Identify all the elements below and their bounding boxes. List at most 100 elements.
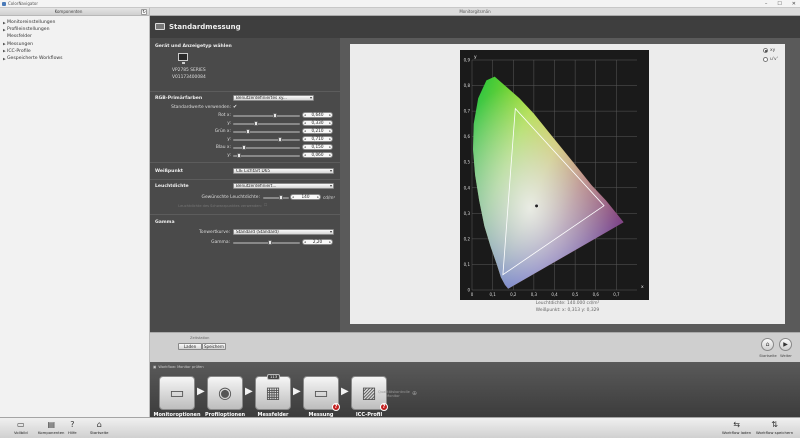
workflow-step-1[interactable]: ▭ — [159, 376, 195, 410]
black-point-checkbox[interactable]: ☐ — [264, 203, 267, 207]
primary-input[interactable]: 0,640 — [302, 112, 333, 118]
primary-slider[interactable] — [233, 129, 300, 134]
title-bar: ColorNavigator – ☐ ✕ — [0, 0, 800, 8]
primary-slider[interactable] — [233, 121, 300, 126]
luminance-slider-knob[interactable] — [279, 195, 283, 200]
chart-whitepoint-caption: Weißpunkt: x: 0,313 y: 0,329 — [535, 308, 600, 313]
primary-slider[interactable] — [233, 113, 300, 118]
display-device-icon[interactable] — [178, 53, 188, 64]
y-axis-label: y — [474, 55, 477, 60]
x-tick-label: 0,5 — [572, 292, 579, 297]
luminance-slider[interactable] — [263, 195, 289, 200]
main-window-title-label: Monitorgitsmän — [459, 9, 491, 14]
gamma-input[interactable]: 2,20 — [302, 239, 333, 245]
nav-button-label: Weiter — [780, 354, 792, 358]
chart-luminance-caption: Leuchtdichte: 140.000 cd/m² — [535, 301, 600, 306]
workflow-step-4[interactable]: ▭? — [303, 376, 340, 411]
action-bar: Zeitstation Laden Speichern ⌂ Startseite ▶… — [150, 332, 800, 362]
luminance-input[interactable]: 140 — [290, 194, 321, 200]
chart-mode-option[interactable]: xy — [763, 48, 775, 53]
toolbar-label: Hilfe — [68, 430, 77, 435]
primary-label: y: — [227, 137, 231, 142]
primary-slider-knob[interactable] — [273, 113, 277, 118]
divider — [150, 214, 340, 215]
primary-input[interactable]: 0,330 — [302, 120, 333, 126]
workflow-save-button[interactable]: ⇅ Workflow speichern — [756, 420, 793, 435]
tree-item-label: Profileinstellungen — [7, 27, 50, 33]
tree-item[interactable]: ▶ Monitoreinstellungen — [3, 19, 149, 26]
home-button[interactable]: ⌂ Startseite — [90, 420, 108, 435]
maximize-icon[interactable]: ☐ — [777, 1, 781, 7]
primary-slider-knob[interactable] — [237, 153, 241, 158]
primary-input[interactable]: 0,060 — [302, 152, 333, 158]
gamma-slider-knob[interactable] — [268, 240, 272, 245]
close-icon[interactable]: ✕ — [792, 1, 796, 7]
warning-badge-icon: ? — [332, 403, 340, 411]
profile-options-icon: ◉ — [218, 383, 232, 402]
primary-input[interactable]: 0,210 — [302, 128, 333, 134]
components-button[interactable]: ▤ Komponenten — [38, 420, 64, 435]
refresh-icon[interactable]: ↻ — [141, 9, 147, 15]
workflow-load-button[interactable]: ⇆ Workflow laden — [722, 420, 751, 435]
primary-slider-knob[interactable] — [254, 121, 258, 126]
chart-mode-option[interactable]: u'v' — [763, 57, 778, 62]
whitepoint-section-title: Weißpunkt — [155, 169, 183, 174]
main-window: Monitorgitsmän Standardmessung Gerät und… — [150, 8, 800, 418]
tone-curve-dropdown[interactable]: Standard (Standard) — [233, 229, 334, 235]
y-tick-label: 0,5 — [464, 160, 471, 165]
primary-slider[interactable] — [233, 145, 300, 150]
use-standard-checkbox[interactable]: ✔ — [233, 104, 237, 110]
tree-item[interactable]: ▶ Messungen — [3, 41, 149, 48]
tree-item[interactable]: ▶ ICC-Profile — [3, 48, 149, 55]
monitor-icon — [155, 23, 165, 30]
workflow-load-icon: ⇆ — [733, 420, 740, 429]
add-step-icon[interactable]: ⊕ — [412, 390, 417, 397]
rgb-primaries-dropdown[interactable]: Benutzerdefiniertes xy... — [233, 95, 314, 101]
black-point-label: Leuchtdichte des Schwarzpunktes verwende… — [178, 204, 262, 208]
minimize-icon[interactable]: – — [765, 1, 768, 7]
workflow-step-2[interactable]: ◉ — [207, 376, 243, 410]
x-tick-label: 0,1 — [489, 292, 496, 297]
chart-mode-label: xy — [770, 48, 776, 53]
arrow-right-icon: ▶ — [245, 386, 253, 397]
home-icon[interactable]: ⌂ — [761, 338, 774, 351]
fullscreen-button[interactable]: ▭ Vollbild — [14, 420, 28, 435]
tree-item[interactable]: Messfelder — [3, 33, 149, 40]
luminance-dropdown[interactable]: Benutzerdefiniert... — [233, 183, 334, 189]
tree-item[interactable]: ▶ Profileinstellungen — [3, 26, 149, 33]
components-icon: ▤ — [47, 420, 55, 429]
primary-slider[interactable] — [233, 137, 300, 142]
workflow-icon: ▣ — [153, 365, 157, 369]
luminance-unit: cd/m² — [323, 195, 336, 200]
radio-icon[interactable] — [763, 48, 768, 53]
y-tick-label: 0,3 — [464, 211, 471, 216]
primary-input[interactable]: 0,710 — [302, 136, 333, 142]
gamma-slider[interactable] — [233, 240, 300, 245]
primary-input[interactable]: 0,150 — [302, 144, 333, 150]
rgb-section-title: RGB-Primärfarben — [155, 96, 203, 101]
app-icon — [2, 2, 6, 6]
primary-slider-knob[interactable] — [278, 137, 282, 142]
whitepoint-dropdown[interactable]: CIE Lichtart D65 — [233, 168, 334, 174]
home-icon: ⌂ — [96, 420, 102, 429]
y-tick-label: 0,8 — [464, 83, 471, 88]
primary-slider-knob[interactable] — [242, 145, 246, 150]
primary-label: Grün x: — [214, 129, 231, 134]
tree-item[interactable]: ▶ Gespeicherte Workflows — [3, 55, 149, 62]
workflow-header: ▣ Workflow: Monitor prüfen — [153, 365, 204, 369]
primary-slider-knob[interactable] — [246, 129, 250, 134]
chromaticity-chart: 0 0,1 0,2 0,3 0,4 0,5 0,6 0,700,10,20,30,40,50,… — [460, 50, 649, 300]
y-tick-label: 0,6 — [464, 134, 471, 139]
primary-slider[interactable] — [233, 153, 300, 158]
x-tick-label: 0 — [471, 292, 474, 297]
device-serial: V01173400084 — [172, 75, 206, 80]
play-icon[interactable]: ▶ — [779, 338, 792, 351]
load-button[interactable]: Laden — [178, 343, 202, 350]
help-button[interactable]: ? Hilfe — [68, 420, 77, 435]
workflow-step-3[interactable]: ▦ — [255, 376, 291, 410]
save-button[interactable]: Speichern — [202, 343, 226, 350]
radio-icon[interactable] — [763, 57, 768, 62]
warning-badge-icon: ? — [380, 403, 388, 411]
divider — [150, 162, 340, 163]
patches-icon: ▦ — [265, 383, 281, 402]
